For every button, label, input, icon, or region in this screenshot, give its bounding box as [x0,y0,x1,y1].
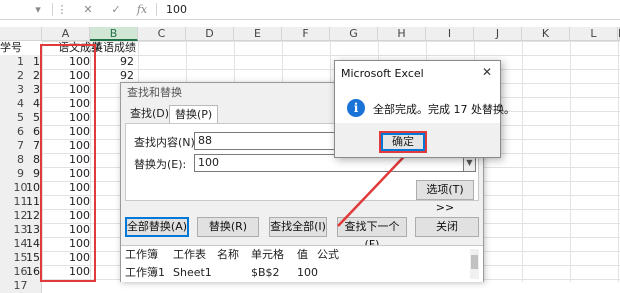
message-box: Microsoft Excel ✕ i 全部完成。完成 17 处替换。 确定 [334,60,515,158]
ok-highlight-annotation [379,131,427,153]
message-text: 全部完成。完成 17 处替换。 [373,103,515,116]
message-box-title: Microsoft Excel [341,67,424,80]
arrow-annotation [337,136,423,227]
info-icon: i [347,99,365,117]
close-icon[interactable]: ✕ [482,65,492,79]
